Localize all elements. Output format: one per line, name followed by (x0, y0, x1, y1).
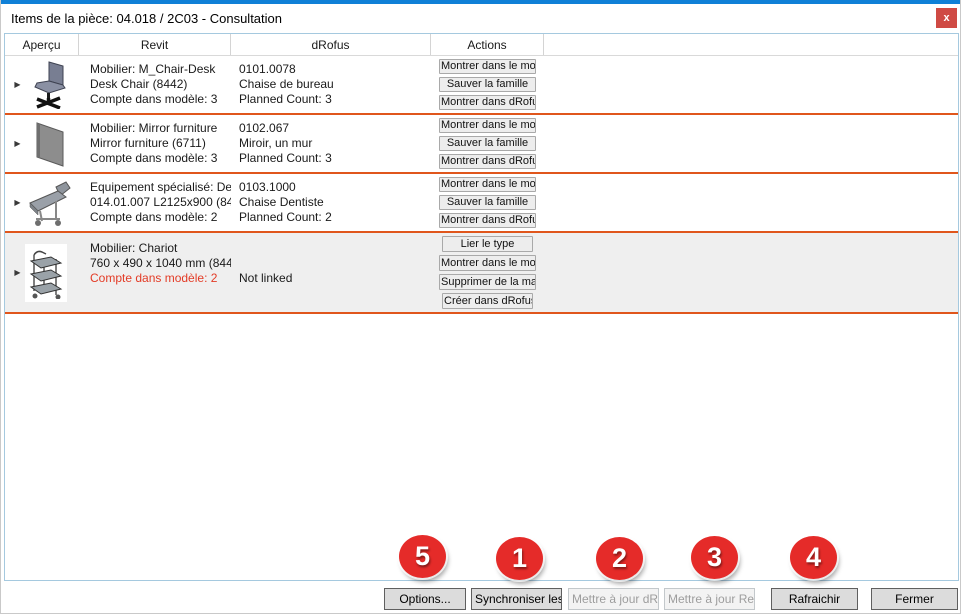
drofus-count-line: Planned Count: 2 (239, 210, 431, 225)
save-family-button[interactable]: Sauver la famille (439, 136, 536, 151)
dialog-window: Items de la pièce: 04.018 / 2C03 - Consu… (0, 0, 961, 614)
drofus-line: Miroir, un mur (239, 136, 431, 151)
table-row-dentist-chair[interactable]: ▶ Equipement spécialisé: De 014.01.007 L… (5, 174, 958, 233)
link-type-button[interactable]: Lier le type (442, 236, 533, 252)
show-in-model-button[interactable]: Montrer dans le mod (439, 59, 536, 74)
annotation-badge-1: 1 (496, 537, 543, 580)
expand-arrow-icon[interactable]: ▶ (10, 268, 25, 277)
table-header-row: Aperçu Revit dRofus Actions (5, 34, 958, 56)
update-revit-button[interactable]: Mettre à jour Re (664, 588, 755, 610)
empty-cell (544, 174, 958, 231)
drofus-line: 0102.067 (239, 121, 431, 136)
revit-cell: Mobilier: Mirror furniture Mirror furnit… (79, 121, 231, 166)
annotation-badge-5: 5 (399, 535, 446, 578)
column-header-revit[interactable]: Revit (79, 34, 231, 55)
revit-count-line: Compte dans modèle: 2 (90, 210, 231, 225)
close-icon[interactable]: x (936, 8, 957, 28)
update-drofus-button[interactable]: Mettre à jour dR (568, 588, 659, 610)
show-in-drofus-button[interactable]: Montrer dans dRofus (439, 154, 536, 169)
preview-cell: ▶ (5, 56, 79, 113)
revit-line: Mobilier: Mirror furniture (90, 121, 231, 136)
empty-cell (544, 115, 958, 172)
revit-line: Mobilier: Chariot (90, 241, 231, 256)
drofus-line: 0101.0078 (239, 62, 431, 77)
drofus-cell: 0101.0078 Chaise de bureau Planned Count… (231, 62, 431, 107)
close-button[interactable]: Fermer (871, 588, 958, 610)
window-title: Items de la pièce: 04.018 / 2C03 - Consu… (11, 11, 282, 26)
expand-arrow-icon[interactable]: ▶ (10, 198, 25, 207)
drofus-line: 0103.1000 (239, 180, 431, 195)
options-button[interactable]: Options... (384, 588, 466, 610)
drofus-not-linked-line: Not linked (239, 271, 431, 286)
expand-arrow-icon[interactable]: ▶ (10, 139, 25, 148)
preview-cell: ▶ (5, 115, 79, 172)
revit-line: 014.01.007 L2125x900 (84 (90, 195, 231, 210)
column-header-apercu[interactable]: Aperçu (5, 34, 79, 55)
revit-cell: Mobilier: M_Chair-Desk Desk Chair (8442)… (79, 62, 231, 107)
revit-cell: Equipement spécialisé: De 014.01.007 L21… (79, 180, 231, 225)
preview-cell: ▶ (5, 174, 79, 231)
drofus-line: Chaise de bureau (239, 77, 431, 92)
actions-cell: Montrer dans le mod Sauver la famille Mo… (431, 56, 544, 113)
drofus-line (239, 241, 431, 256)
actions-cell: Montrer dans le mod Sauver la famille Mo… (431, 115, 544, 172)
revit-count-alert-line: Compte dans modèle: 2 (90, 271, 231, 286)
revit-line: Mobilier: M_Chair-Desk (90, 62, 231, 77)
revit-count-line: Compte dans modèle: 3 (90, 92, 231, 107)
column-header-actions[interactable]: Actions (431, 34, 544, 55)
revit-line: Equipement spécialisé: De (90, 180, 231, 195)
desk-chair-image (25, 59, 73, 111)
show-in-drofus-button[interactable]: Montrer dans dRofus (439, 95, 536, 110)
preview-cell: ▶ (5, 233, 79, 312)
table-row-cart[interactable]: ▶ Mobilier: Chariot 760 x 490 x 1040 mm (5, 233, 958, 314)
revit-line: Mirror furniture (6711) (90, 136, 231, 151)
mirror-image (25, 118, 73, 170)
drofus-cell: Not linked (231, 233, 431, 286)
remove-from-model-button[interactable]: Supprimer de la maq (439, 274, 536, 290)
revit-line: Desk Chair (8442) (90, 77, 231, 92)
revit-cell: Mobilier: Chariot 760 x 490 x 1040 mm (8… (79, 233, 231, 286)
show-in-model-button[interactable]: Montrer dans le mod (439, 255, 536, 271)
column-header-drofus[interactable]: dRofus (231, 34, 431, 55)
drofus-line: Chaise Dentiste (239, 195, 431, 210)
drofus-count-line: Planned Count: 3 (239, 92, 431, 107)
table-row-desk-chair[interactable]: ▶ Mobilier: M_Chair-Desk Desk Chair (844… (5, 56, 958, 115)
save-family-button[interactable]: Sauver la famille (439, 195, 536, 210)
drofus-count-line: Planned Count: 3 (239, 151, 431, 166)
actions-cell: Lier le type Montrer dans le mod Supprim… (431, 233, 544, 312)
drofus-cell: 0102.067 Miroir, un mur Planned Count: 3 (231, 121, 431, 166)
show-in-model-button[interactable]: Montrer dans le mod (439, 177, 536, 192)
items-table: Aperçu Revit dRofus Actions ▶ (4, 33, 959, 581)
dentist-chair-image (25, 177, 73, 229)
expand-arrow-icon[interactable]: ▶ (10, 80, 25, 89)
annotation-badge-2: 2 (596, 537, 643, 580)
revit-count-line: Compte dans modèle: 3 (90, 151, 231, 166)
revit-line: 760 x 490 x 1040 mm (844 (90, 256, 231, 271)
empty-cell (544, 56, 958, 113)
create-in-drofus-button[interactable]: Créer dans dRofus (442, 293, 533, 309)
column-header-empty (544, 34, 958, 55)
empty-cell (544, 233, 958, 312)
actions-cell: Montrer dans le mod Sauver la famille Mo… (431, 174, 544, 231)
show-in-drofus-button[interactable]: Montrer dans dRofus (439, 213, 536, 228)
annotation-badge-3: 3 (691, 536, 738, 579)
drofus-line (239, 256, 431, 271)
annotation-badge-4: 4 (790, 536, 837, 579)
cart-image (25, 244, 67, 302)
table-row-mirror[interactable]: ▶ Mobilier: Mirror furniture Mirror furn… (5, 115, 958, 174)
show-in-model-button[interactable]: Montrer dans le mod (439, 118, 536, 133)
refresh-button[interactable]: Rafraichir (771, 588, 858, 610)
titlebar: Items de la pièce: 04.018 / 2C03 - Consu… (1, 4, 960, 33)
save-family-button[interactable]: Sauver la famille (439, 77, 536, 92)
synchronize-button[interactable]: Synchroniser les (471, 588, 562, 610)
drofus-cell: 0103.1000 Chaise Dentiste Planned Count:… (231, 180, 431, 225)
